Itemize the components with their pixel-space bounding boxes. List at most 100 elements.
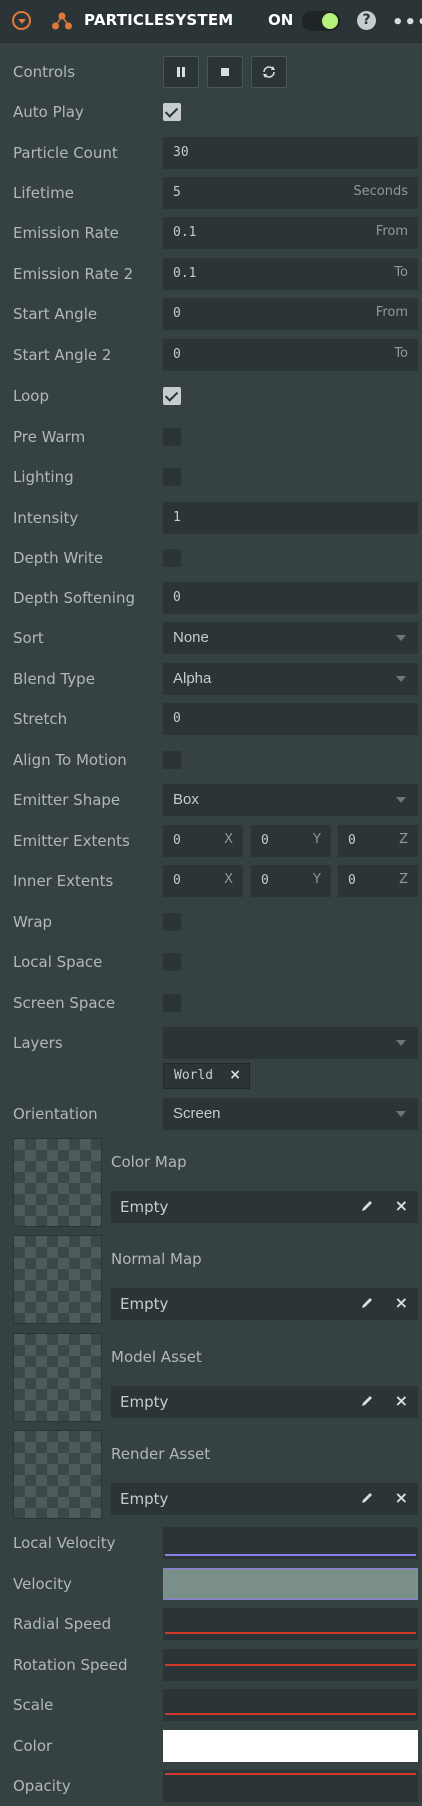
depth-softening-input[interactable]: 0 [163,582,418,614]
asset-thumbnail[interactable] [13,1430,102,1519]
sort-row: Sort None [0,622,422,654]
asset-field[interactable]: Empty × [111,1483,418,1515]
emitter-extents-x-input[interactable]: 0X [163,825,243,857]
intensity-value: 1 [173,510,181,525]
blend-type-select[interactable]: Alpha [163,663,418,695]
edit-icon[interactable] [360,1296,374,1310]
curve-line [165,1664,416,1666]
inner-extents-z-input[interactable]: 0Z [338,865,418,897]
layer-tag-world: World × [163,1063,250,1089]
intensity-input[interactable]: 1 [163,502,418,534]
orientation-row: Orientation Screen [0,1098,422,1130]
depth-write-label: Depth Write [13,549,104,567]
intensity-row: Intensity 1 [0,502,422,534]
screen-space-label: Screen Space [13,994,116,1012]
asset-value: Empty [120,1198,169,1216]
emission-rate-row: Emission Rate 0.1 From [0,217,422,249]
start-angle-2-row: Start Angle 2 0 To [0,339,422,371]
asset-thumbnail[interactable] [13,1138,102,1227]
edit-icon[interactable] [360,1394,374,1408]
start-angle-2-input[interactable]: 0 To [163,339,418,371]
pre-warm-checkbox[interactable] [163,428,181,446]
chevron-down-icon [396,676,406,682]
particle-count-input[interactable]: 30 [163,137,418,169]
refresh-icon [263,66,275,78]
wrap-row: Wrap [0,906,422,938]
emitter-shape-select[interactable]: Box [163,784,418,816]
curve-line [165,1632,416,1634]
blend-type-value: Alpha [173,670,212,687]
asset-thumbnail[interactable] [13,1235,102,1324]
chevron-down-icon [396,1111,406,1117]
sort-select[interactable]: None [163,622,418,654]
close-icon[interactable]: × [395,1391,408,1410]
controls-row: Controls [0,56,422,88]
scale-curve[interactable] [163,1689,418,1721]
inner-extents-label: Inner Extents [13,872,114,890]
screen-space-checkbox[interactable] [163,994,181,1012]
asset-value: Empty [120,1295,169,1313]
scale-label: Scale [13,1696,54,1714]
pause-button[interactable] [163,56,199,88]
depth-write-checkbox[interactable] [163,549,181,567]
layers-select[interactable] [163,1027,418,1059]
lifetime-input[interactable]: 5 Seconds [163,177,418,209]
start-angle-input[interactable]: 0 From [163,298,418,330]
stop-button[interactable] [207,56,243,88]
radial-speed-curve[interactable] [163,1608,418,1640]
more-icon[interactable]: ••• [392,12,422,33]
close-icon[interactable]: × [229,1067,241,1083]
y-axis-label: Y [313,832,321,847]
close-icon[interactable]: × [395,1293,408,1312]
radial-speed-row: Radial Speed [0,1608,422,1640]
opacity-curve[interactable] [163,1770,418,1802]
color-gradient[interactable] [163,1730,418,1762]
orientation-select[interactable]: Screen [163,1098,418,1130]
start-angle-2-label: Start Angle 2 [13,346,112,364]
local-velocity-curve[interactable] [163,1527,418,1559]
auto-play-checkbox[interactable] [163,103,181,121]
velocity-curve[interactable] [163,1568,418,1600]
emission-rate-value: 0.1 [173,225,197,240]
inner-extents-x-input[interactable]: 0X [163,865,243,897]
local-space-label: Local Space [13,953,103,971]
lighting-row: Lighting [0,461,422,493]
stretch-input[interactable]: 0 [163,703,418,735]
inner-extents-y-input[interactable]: 0Y [251,865,331,897]
lifetime-unit: Seconds [353,184,408,199]
wrap-checkbox[interactable] [163,913,181,931]
local-space-checkbox[interactable] [163,953,181,971]
emission-rate-2-row: Emission Rate 2 0.1 To [0,258,422,290]
asset-field[interactable]: Empty × [111,1386,418,1418]
chevron-down-circle-icon[interactable] [12,11,31,30]
asset-field[interactable]: Empty × [111,1191,418,1223]
inner-extents-y-value: 0 [261,873,269,888]
edit-icon[interactable] [360,1199,374,1213]
close-icon[interactable]: × [395,1196,408,1215]
rotation-speed-curve[interactable] [163,1649,418,1681]
emission-rate-suffix: From [375,224,408,239]
local-velocity-label: Local Velocity [13,1534,116,1552]
emission-rate-2-input[interactable]: 0.1 To [163,258,418,290]
loop-label: Loop [13,387,49,405]
emitter-extents-z-input[interactable]: 0Z [338,825,418,857]
lighting-checkbox[interactable] [163,468,181,486]
enabled-toggle[interactable] [302,11,340,31]
align-to-motion-checkbox[interactable] [163,751,181,769]
edit-icon[interactable] [360,1491,374,1505]
chevron-down-icon [396,1040,406,1046]
particle-count-value: 30 [173,145,189,160]
help-icon[interactable]: ? [357,11,376,30]
close-icon[interactable]: × [395,1488,408,1507]
loop-checkbox[interactable] [163,387,181,405]
restart-button[interactable] [251,56,287,88]
chevron-down-icon [396,635,406,641]
asset-thumbnail[interactable] [13,1333,102,1422]
auto-play-label: Auto Play [13,103,84,121]
asset-field[interactable]: Empty × [111,1288,418,1320]
emitter-extents-y-input[interactable]: 0Y [251,825,331,857]
layers-row: Layers World × [0,1027,422,1091]
emitter-extents-y-value: 0 [261,833,269,848]
emission-rate-input[interactable]: 0.1 From [163,217,418,249]
start-angle-2-suffix: To [394,346,408,361]
